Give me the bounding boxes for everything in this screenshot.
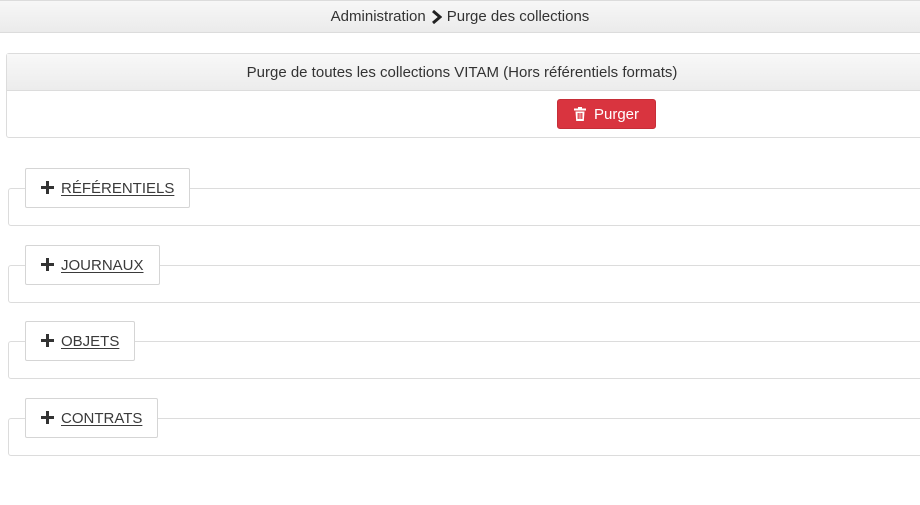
- section-contrats: CONTRATS: [8, 398, 920, 456]
- section-objets: OBJETS: [8, 321, 920, 379]
- breadcrumb: Administration Purge des collections: [0, 0, 920, 33]
- section-toggle-journaux[interactable]: JOURNAUX: [25, 245, 160, 285]
- section-toggle-referentiels[interactable]: RÉFÉRENTIELS: [25, 168, 191, 208]
- section-label: JOURNAUX: [61, 256, 144, 274]
- section-toggle-objets[interactable]: OBJETS: [25, 321, 136, 361]
- section-label: RÉFÉRENTIELS: [61, 179, 175, 197]
- panel-title: Purge de toutes les collections VITAM (H…: [7, 54, 920, 91]
- breadcrumb-item-current: Purge des collections: [446, 8, 590, 25]
- section-journaux: JOURNAUX: [8, 245, 920, 303]
- section-label: CONTRATS: [61, 409, 143, 427]
- plus-icon: [41, 410, 54, 424]
- chevron-right-icon: [431, 9, 442, 24]
- plus-icon: [41, 180, 54, 194]
- section-label: OBJETS: [61, 332, 120, 350]
- plus-icon: [41, 333, 54, 347]
- purge-panel: Purge de toutes les collections VITAM (H…: [6, 53, 920, 138]
- section-referentiels: RÉFÉRENTIELS: [8, 168, 920, 226]
- breadcrumb-item-administration[interactable]: Administration: [331, 8, 426, 25]
- section-toggle-contrats[interactable]: CONTRATS: [25, 398, 159, 438]
- purge-button[interactable]: Purger: [557, 99, 656, 129]
- plus-icon: [41, 257, 54, 271]
- trash-icon: [573, 107, 586, 121]
- purge-button-label: Purger: [593, 105, 640, 123]
